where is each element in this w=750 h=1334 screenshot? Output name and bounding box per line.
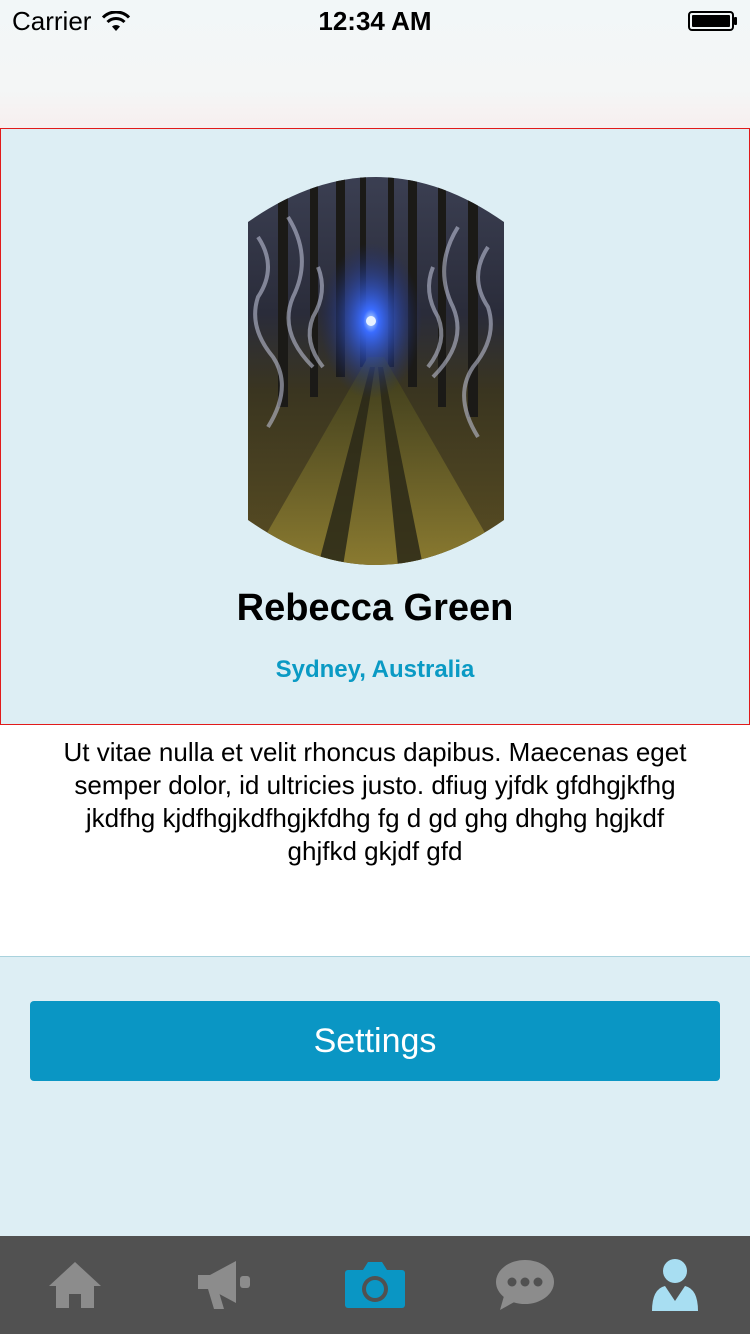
tab-camera[interactable]: [300, 1236, 450, 1334]
avatar[interactable]: [248, 177, 504, 566]
home-icon: [49, 1262, 101, 1308]
tab-profile[interactable]: [600, 1236, 750, 1334]
tab-announcements[interactable]: [150, 1236, 300, 1334]
profile-screen: Carrier 12:34 AM Rebecca Green Sydney, A…: [0, 0, 750, 1334]
camera-icon: [345, 1262, 405, 1308]
profile-location: Sydney, Australia: [275, 656, 475, 683]
settings-section: Settings: [0, 956, 750, 1237]
tab-home[interactable]: [0, 1236, 150, 1334]
battery-icon: [688, 11, 737, 31]
profile-bio: Ut vitae nulla et velit rhoncus dapibus.…: [63, 737, 687, 866]
person-icon: [652, 1259, 698, 1311]
megaphone-icon: [198, 1261, 250, 1309]
tab-bar: [0, 1236, 750, 1334]
chat-icon: [496, 1260, 554, 1310]
status-time: 12:34 AM: [318, 6, 432, 36]
settings-button[interactable]: Settings: [30, 1001, 720, 1081]
profile-name: Rebecca Green: [236, 587, 514, 629]
tab-messages[interactable]: [450, 1236, 600, 1334]
profile-header-card: Rebecca Green Sydney, Australia: [0, 128, 750, 725]
top-bar: Carrier 12:34 AM: [0, 0, 750, 128]
